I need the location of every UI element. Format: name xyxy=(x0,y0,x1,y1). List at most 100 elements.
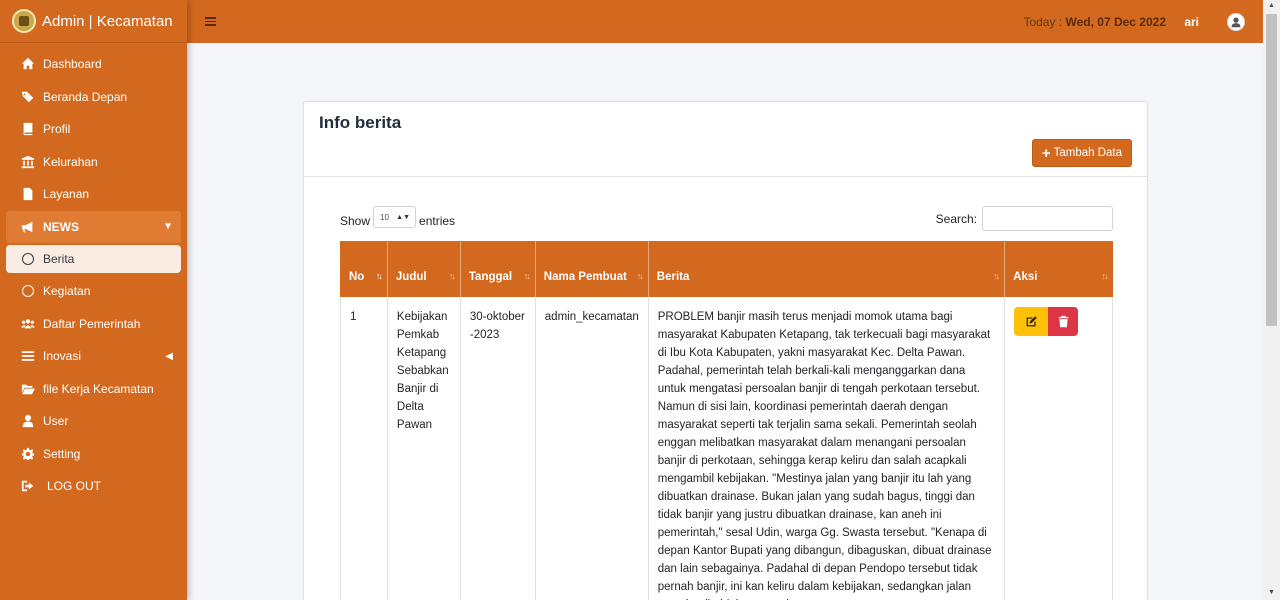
sidebar-item-label: file Kerja Kecamatan xyxy=(43,381,154,396)
username[interactable]: ari xyxy=(1184,15,1199,29)
sidebar-item-dashboard[interactable]: Dashboard xyxy=(0,48,187,81)
table-controls: Show 10 ▲▼ entries Search: xyxy=(340,206,1113,231)
delete-button[interactable] xyxy=(1048,307,1079,336)
circle-icon xyxy=(21,252,35,266)
scroll-up-arrow-icon[interactable]: ▲ xyxy=(1268,2,1275,9)
sort-icon: ↑↓ xyxy=(448,271,456,281)
sidebar-item-label: Kelurahan xyxy=(43,154,98,169)
column-header-aksi[interactable]: Aksi ↑↓ xyxy=(1004,241,1113,297)
sort-icon: ↑↓ xyxy=(523,271,531,281)
column-label: Tanggal xyxy=(468,271,513,283)
add-data-button[interactable]: + Tambah Data xyxy=(1031,139,1132,167)
brand-title: Admin | Kecamatan xyxy=(42,12,173,30)
sidebar-item-layanan[interactable]: Layanan xyxy=(0,178,187,211)
sidebar-item-label: Dashboard xyxy=(43,57,102,72)
bullhorn-icon xyxy=(21,220,35,234)
sidebar-item-label: Berita xyxy=(43,252,75,266)
bars-icon xyxy=(21,349,35,363)
column-label: No xyxy=(349,271,365,283)
column-label: Judul xyxy=(395,271,427,283)
sidebar-item-news[interactable]: NEWS ▼ xyxy=(6,210,181,243)
sort-asc-icon: ↑↓ xyxy=(375,271,383,281)
edit-icon xyxy=(1026,316,1037,327)
entries-label: entries xyxy=(419,214,456,228)
column-label: Berita xyxy=(656,271,690,283)
show-label: Show xyxy=(340,214,371,228)
sidebar-item-inovasi[interactable]: Inovasi ◀ xyxy=(0,340,187,373)
sidebar-item-label: Inovasi xyxy=(43,349,82,364)
university-icon xyxy=(21,155,35,169)
book-icon xyxy=(21,122,35,136)
cell-no: 1 xyxy=(340,297,388,600)
edit-button[interactable] xyxy=(1014,307,1049,336)
topbar: Today : Wed, 07 Dec 2022 ari xyxy=(187,0,1263,43)
sidebar-item-berita[interactable]: Berita xyxy=(6,245,181,273)
column-header-berita[interactable]: Berita ↑↓ xyxy=(647,241,1005,297)
berita-table: No ↑↓ Judul ↑↓ Tanggal ↑↓ Nama Pembuat ↑↓ Be… xyxy=(340,241,1113,600)
sidebar-item-kelurahan[interactable]: Kelurahan xyxy=(0,146,187,179)
file-icon xyxy=(21,187,35,201)
today-value: Wed, 07 Dec 2022 xyxy=(1065,14,1166,29)
select-caret-icon: ▲▼ xyxy=(396,213,411,221)
sidebar-item-daftar-pemerintah[interactable]: Daftar Pemerintah xyxy=(0,308,187,341)
users-icon xyxy=(21,317,35,331)
sidebar-item-file-kerja[interactable]: file Kerja Kecamatan xyxy=(0,373,187,406)
add-data-label: Tambah Data xyxy=(1053,147,1122,159)
today-label: Today : xyxy=(1023,14,1066,29)
sidebar-item-beranda-depan[interactable]: Beranda Depan xyxy=(0,81,187,114)
sidebar-item-kegiatan[interactable]: Kegiatan xyxy=(0,275,187,308)
cell-aksi xyxy=(1004,297,1113,600)
column-header-nama-pembuat[interactable]: Nama Pembuat ↑↓ xyxy=(534,241,649,297)
search-label: Search: xyxy=(935,211,977,226)
scroll-down-arrow-icon[interactable]: ▼ xyxy=(1268,589,1275,596)
avatar[interactable] xyxy=(1227,13,1245,31)
home-icon xyxy=(21,57,35,71)
sidebar-item-profil[interactable]: Profil xyxy=(0,113,187,146)
table-row: 1 Kebijakan Pemkab Ketapang Sebabkan Ban… xyxy=(340,297,1113,600)
cell-tanggal: 30-oktober-2023 xyxy=(459,297,536,600)
sidebar-item-label: LOG OUT xyxy=(47,479,102,494)
entries-select[interactable]: 10 ▲▼ xyxy=(373,206,417,228)
column-header-no[interactable]: No ↑↓ xyxy=(340,241,388,297)
scrollbar-thumb[interactable] xyxy=(1266,14,1277,326)
brand[interactable]: Admin | Kecamatan xyxy=(0,0,187,43)
sidebar-item-label: Beranda Depan xyxy=(43,89,128,104)
sidebar-item-label: Layanan xyxy=(43,187,90,202)
plus-icon: + xyxy=(1041,144,1051,162)
sign-out-icon xyxy=(21,479,35,493)
sort-icon: ↑↓ xyxy=(1101,271,1109,281)
chevron-down-icon: ▼ xyxy=(163,221,173,233)
folder-open-icon xyxy=(21,382,35,396)
page-title: Info berita xyxy=(319,113,402,132)
menu-toggle-icon[interactable] xyxy=(205,17,216,26)
column-label: Nama Pembuat xyxy=(543,271,627,283)
column-header-judul[interactable]: Judul ↑↓ xyxy=(386,241,461,297)
entries-control: Show 10 ▲▼ entries xyxy=(340,206,456,232)
card-header: Info berita + Tambah Data xyxy=(304,102,1147,177)
gear-icon xyxy=(21,447,35,461)
sort-icon: ↑↓ xyxy=(636,271,644,281)
user-icon xyxy=(21,414,35,428)
action-buttons xyxy=(1014,307,1103,336)
sidebar: Admin | Kecamatan Dashboard Beranda Depa… xyxy=(0,0,187,600)
sort-icon: ↑↓ xyxy=(993,271,1000,281)
page-scrollbar[interactable]: ▲ ▼ xyxy=(1263,0,1280,600)
today-date: Today : Wed, 07 Dec 2022 xyxy=(1023,15,1166,29)
user-avatar-icon xyxy=(1231,17,1241,28)
chevron-left-icon: ◀ xyxy=(165,350,173,362)
cell-berita: PROBLEM banjir masih terus menjadi momok… xyxy=(647,297,1005,600)
sidebar-item-label: Setting xyxy=(43,446,81,461)
tags-icon xyxy=(21,90,35,104)
berita-card: Info berita + Tambah Data Show 10 ▲▼ ent… xyxy=(303,101,1148,600)
column-header-tanggal[interactable]: Tanggal ↑↓ xyxy=(459,241,536,297)
cell-judul: Kebijakan Pemkab Ketapang Sebabkan Banji… xyxy=(386,297,461,600)
sidebar-item-label: Profil xyxy=(43,122,71,137)
search-input[interactable] xyxy=(982,206,1113,231)
sidebar-item-user[interactable]: User xyxy=(0,405,187,438)
column-label: Aksi xyxy=(1013,271,1038,283)
sidebar-nav: Dashboard Beranda Depan Profil Kelurahan… xyxy=(0,43,187,503)
sidebar-item-setting[interactable]: Setting xyxy=(0,438,187,471)
sidebar-item-label: NEWS xyxy=(43,219,79,234)
circle-icon xyxy=(21,284,35,298)
sidebar-item-logout[interactable]: LOG OUT xyxy=(0,470,187,503)
